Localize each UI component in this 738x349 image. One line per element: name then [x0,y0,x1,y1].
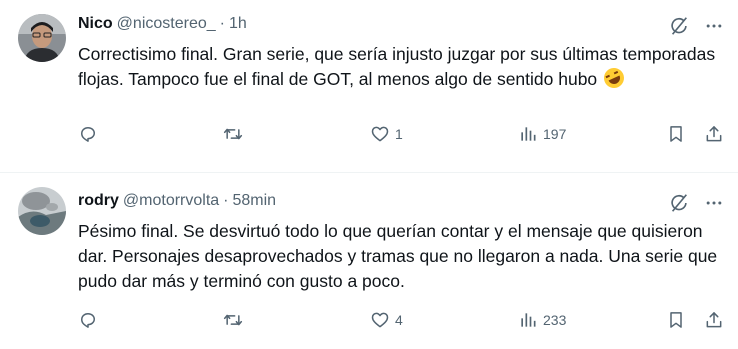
views-button[interactable]: 197 [518,124,566,144]
timestamp[interactable]: 58min [233,192,277,210]
avatar[interactable] [18,14,66,62]
retweet-icon [222,124,244,144]
bookmark-icon [666,310,686,330]
reply-icon [78,124,98,144]
tweet-actions: 1 197 [78,122,724,146]
display-name[interactable]: Nico [78,15,113,33]
separator: · [219,15,225,32]
retweet-button[interactable] [222,310,249,330]
retweet-button[interactable] [222,124,249,144]
views-button[interactable]: 233 [518,310,566,330]
share-icon [704,310,724,330]
share-button[interactable] [704,124,724,144]
like-icon [370,310,390,330]
separator: · [223,192,229,209]
reply-button[interactable] [78,310,103,330]
bookmark-button[interactable] [666,124,686,144]
grok-icon[interactable] [668,192,690,214]
tweet-header: rodry @motorrvolta · 58min [78,189,724,213]
tweet-body: rodry @motorrvolta · 58min Pésimo final.… [78,189,724,294]
share-button[interactable] [704,310,724,330]
more-icon[interactable] [704,193,724,213]
views-icon [518,310,538,330]
like-count: 4 [395,312,403,328]
reply-icon [78,310,98,330]
tweet[interactable]: rodry @motorrvolta · 58min Pésimo final.… [0,173,738,349]
tweet-body: Nico @nicostereo_ · 1h Correctisimo fina… [78,12,724,92]
tweet-top-actions [668,12,724,40]
tweet-header: Nico @nicostereo_ · 1h [78,12,724,36]
tweet-top-actions [668,189,724,217]
tweet-actions: 4 233 [78,308,724,332]
avatar[interactable] [18,187,66,235]
grok-icon[interactable] [668,15,690,37]
more-icon[interactable] [704,16,724,36]
tweet-text: Pésimo final. Se desvirtuó todo lo que q… [78,221,723,291]
timeline: Nico @nicostereo_ · 1h Correctisimo fina… [0,0,738,349]
like-button[interactable]: 4 [370,310,403,330]
tweet[interactable]: Nico @nicostereo_ · 1h Correctisimo fina… [0,0,738,173]
retweet-icon [222,310,244,330]
like-button[interactable]: 1 [370,124,403,144]
user-handle[interactable]: @motorrvolta [123,192,219,210]
like-icon [370,124,390,144]
view-count: 197 [543,126,567,142]
share-icon [704,124,724,144]
timestamp[interactable]: 1h [229,15,247,33]
bookmark-icon [666,124,686,144]
bookmark-button[interactable] [666,310,686,330]
display-name[interactable]: rodry [78,192,119,210]
rolling-on-floor-laughing-emoji [600,64,628,92]
views-icon [518,124,538,144]
tweet-text: Correctisimo final. Gran serie, que serí… [78,42,718,92]
like-count: 1 [395,126,403,142]
view-count: 233 [543,312,567,328]
reply-button[interactable] [78,124,103,144]
user-handle[interactable]: @nicostereo_ [117,15,216,33]
